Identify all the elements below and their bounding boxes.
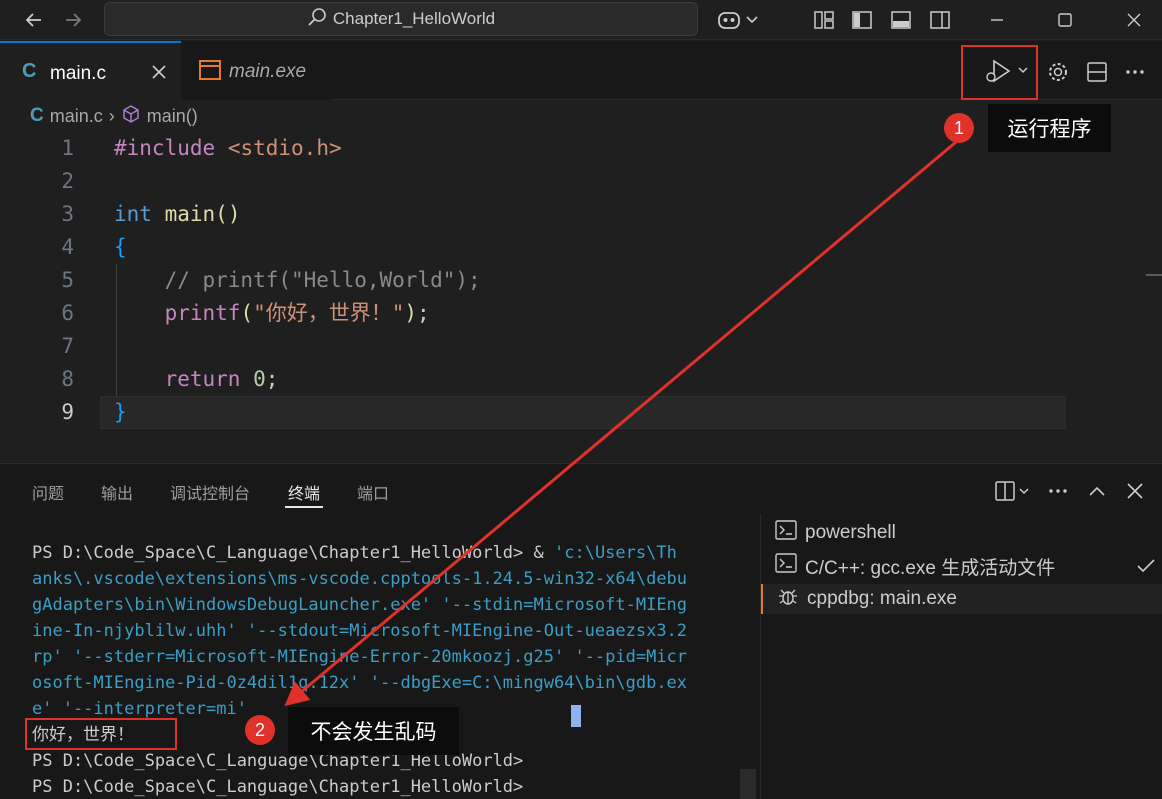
breadcrumb-separator: › [108,105,115,126]
c-file-icon: C [30,105,44,126]
annotation-label: 运行程序 [988,104,1111,152]
close-window-button[interactable] [1114,6,1154,34]
tab-label: main.c [50,63,106,84]
terminal-line: PS D:\Code_Space\C_Language\Chapter1_Hel… [32,543,677,563]
terminal-output[interactable]: PS D:\Code_Space\C_Language\Chapter1_Hel… [0,530,740,799]
tab-ports[interactable]: 端口 [357,480,389,504]
toggle-panel-icon[interactable] [890,9,912,31]
terminal-item-powershell[interactable]: powershell [775,518,1161,548]
line-number: 1 [61,136,74,160]
code-line: 3 int main() [0,198,1150,231]
line-number: 2 [61,169,74,193]
c-file-icon: C [22,60,37,82]
terminal-line: osoft-MIEngine-Pid-0z4dil1q.12x' '--dbgE… [32,673,688,693]
more-actions-icon[interactable] [1047,480,1069,506]
split-editor-icon[interactable] [1086,61,1108,87]
back-arrow-icon[interactable] [22,8,46,32]
minimize-button[interactable] [977,6,1017,34]
line-number: 4 [61,235,74,259]
line-number: 9 [61,400,74,424]
terminal-line: ine-In-njyblilw.uhh' '--stdout=Microsoft… [32,621,688,641]
tab-output[interactable]: 输出 [101,480,133,504]
code-line: 8 return 0; [0,363,1150,396]
code-line: 1 #include <stdio.h> [0,132,1150,165]
cube-icon [121,104,141,129]
code-line: 4 { [0,231,1150,264]
search-icon [307,7,327,31]
line-number: 8 [61,367,74,391]
code-line: 5 // printf("Hello,World"); [0,264,1150,297]
terminal-line: PS D:\Code_Space\C_Language\Chapter1_Hel… [32,777,524,797]
breadcrumb-symbol[interactable]: main() [147,106,198,127]
maximize-button[interactable] [1045,6,1085,34]
line-number: 5 [61,268,74,292]
active-tab-indicator [285,506,323,508]
command-center-search[interactable]: Chapter1_HelloWorld [104,2,698,36]
binary-file-icon [199,60,221,84]
code-line: 9 } [0,396,1150,429]
terminal-item-cppdbg[interactable]: cppdbg: main.exe [761,584,1162,614]
check-icon [1135,555,1157,583]
breadcrumb-file[interactable]: main.c [50,106,103,127]
toggle-secondary-sidebar-icon[interactable] [929,9,951,31]
close-tab-icon[interactable] [150,63,168,85]
maximize-panel-icon[interactable] [1086,480,1108,506]
code-line: 2 [0,165,1150,198]
code-line: 6 printf("你好，世界！"); [0,297,1150,330]
tab-main-c[interactable]: C main.c [0,41,181,100]
line-number: 3 [61,202,74,226]
terminal-list: powershell C/C++: gcc.exe 生成活动文件 cppdbg:… [760,514,1162,799]
tab-terminal[interactable]: 终端 [288,480,320,504]
annotation-box-run [961,45,1038,100]
search-text: Chapter1_HelloWorld [332,9,496,28]
terminal-icon [775,553,797,579]
terminal-icon [775,520,797,546]
terminal-line: rp' '--stderr=Microsoft-MIEngine-Error-2… [32,647,688,667]
tab-main-exe[interactable]: main.exe [182,41,332,100]
code-line: 7 [0,330,1150,363]
customize-layout-icon[interactable] [813,9,835,31]
line-number: 7 [61,334,74,358]
forward-arrow-icon[interactable] [61,8,85,32]
title-bar: Chapter1_HelloWorld [0,0,1162,40]
more-actions-icon[interactable] [1124,61,1146,87]
terminal-item-gcc-build[interactable]: C/C++: gcc.exe 生成活动文件 [775,551,1161,581]
annotation-badge: 1 [944,113,974,143]
terminal-line: anks\.vscode\extensions\ms-vscode.cpptoo… [32,569,688,589]
scrollbar-marker [1146,274,1162,276]
annotation-label: 不会发生乱码 [288,707,459,755]
tab-label: main.exe [229,61,307,82]
terminal-cursor [571,705,581,727]
terminal-line: gAdapters\bin\WindowsDebugLauncher.exe' … [32,595,688,615]
toggle-primary-sidebar-icon[interactable] [851,9,873,31]
split-terminal-icon[interactable] [994,480,1034,506]
code-editor[interactable]: 1 #include <stdio.h> 2 3 int main() 4 { … [0,132,1162,462]
gear-icon[interactable] [1047,61,1069,87]
copilot-icon[interactable] [717,9,761,31]
annotation-box-output [25,718,177,750]
tab-debug-console[interactable]: 调试控制台 [170,480,250,504]
tab-problems[interactable]: 问题 [32,480,64,504]
line-number: 6 [61,301,74,325]
terminal-scrollbar[interactable] [740,769,756,799]
debug-bug-icon [777,585,799,613]
close-panel-icon[interactable] [1124,480,1146,506]
annotation-badge: 2 [245,715,275,745]
